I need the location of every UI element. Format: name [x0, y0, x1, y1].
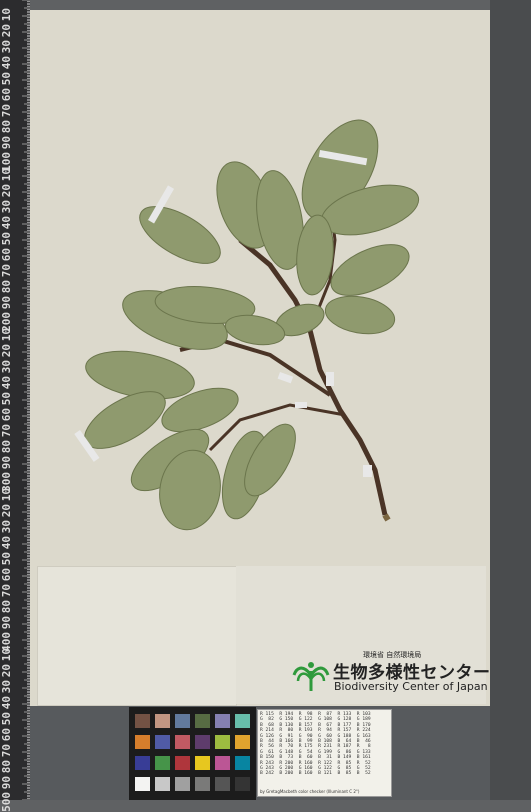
color-patch — [195, 756, 210, 770]
ruler-label: 90 — [0, 616, 13, 630]
ruler-label: 10 — [0, 648, 13, 662]
ruler-label: 60 — [0, 728, 13, 742]
ruler-label: 40 — [0, 376, 13, 390]
ruler-label: 10 — [0, 8, 13, 22]
color-values-caption: by GretagMacbeth color checker (Illumina… — [260, 789, 360, 794]
ruler-label: 10 — [0, 328, 13, 342]
color-patch — [195, 714, 210, 728]
ruler-label: 30 — [0, 520, 13, 534]
stem-tip — [382, 513, 391, 522]
ruler-label: 20 — [0, 504, 13, 518]
ruler-label: 80 — [0, 600, 13, 614]
color-patch — [215, 735, 230, 749]
right-edge-strip — [490, 0, 531, 800]
biodiversity-center-logo — [292, 662, 330, 691]
ruler-label: 90 — [0, 136, 13, 150]
color-values-table: R 115 R 194 R 98 R 87 R 133 R 103 G 82 G… — [260, 712, 371, 777]
color-patch — [135, 777, 150, 791]
leaf — [139, 206, 221, 264]
ruler-label: 50 — [0, 712, 13, 726]
institution-name-en: Biodiversity Center of Japan — [334, 680, 488, 693]
color-patch — [215, 756, 230, 770]
mounting-strip — [277, 372, 294, 384]
ruler-label: 80 — [0, 120, 13, 134]
plant-specimen — [74, 119, 420, 531]
color-patch — [175, 714, 190, 728]
color-patch — [155, 777, 170, 791]
mounting-strip — [363, 465, 372, 477]
color-patch — [155, 714, 170, 728]
color-patch — [195, 735, 210, 749]
color-patch — [155, 735, 170, 749]
specimen-packet — [37, 566, 237, 706]
ruler-label: 60 — [0, 248, 13, 262]
leaf — [324, 295, 396, 335]
color-patch — [135, 756, 150, 770]
ruler-label: 60 — [0, 408, 13, 422]
color-patch — [135, 735, 150, 749]
ruler-label: 30 — [0, 40, 13, 54]
color-patch — [235, 756, 250, 770]
mounting-strip — [295, 402, 307, 408]
ruler-label: 30 — [0, 360, 13, 374]
ruler-label: 50 — [0, 72, 13, 86]
ruler-label: 40 — [0, 696, 13, 710]
ruler-label: 70 — [0, 424, 13, 438]
color-patch — [215, 714, 230, 728]
ruler-label: 90 — [0, 296, 13, 310]
color-patch — [175, 777, 190, 791]
color-patch — [235, 714, 250, 728]
mounting-strip — [326, 372, 334, 386]
measurement-ruler: 10 20 30 40 50 60 70 80 90 100 10 20 30 40 50 60 70 80 90 2… — [0, 0, 30, 812]
color-patch — [235, 735, 250, 749]
color-values-card: R 115 R 194 R 98 R 87 R 133 R 103 G 82 G… — [257, 709, 392, 797]
ruler-label: 70 — [0, 104, 13, 118]
ruler-label: 30 — [0, 200, 13, 214]
ruler-label: 30 — [0, 680, 13, 694]
ruler-label: 80 — [0, 280, 13, 294]
ruler-label: 10 — [0, 168, 13, 182]
color-patch — [155, 756, 170, 770]
leaf — [330, 244, 410, 296]
color-checker-chart — [129, 707, 256, 800]
ruler-label: 50 — [0, 392, 13, 406]
ruler-label: 20 — [0, 24, 13, 38]
color-patch — [135, 714, 150, 728]
color-patch — [215, 777, 230, 791]
ruler-label: 60 — [0, 88, 13, 102]
color-patch — [235, 777, 250, 791]
ruler-label: 90 — [0, 776, 13, 790]
ruler-label: 70 — [0, 744, 13, 758]
ruler-label: 500 — [0, 792, 13, 812]
ruler-label: 80 — [0, 440, 13, 454]
ruler-label: 40 — [0, 536, 13, 550]
ruler-label: 80 — [0, 760, 13, 774]
ruler-label: 20 — [0, 184, 13, 198]
ruler-label: 50 — [0, 232, 13, 246]
ruler-label: 40 — [0, 216, 13, 230]
color-patch — [195, 777, 210, 791]
ruler-label: 20 — [0, 664, 13, 678]
ruler-label: 10 — [0, 488, 13, 502]
ruler-label: 20 — [0, 344, 13, 358]
ruler-label: 70 — [0, 584, 13, 598]
color-patch — [175, 756, 190, 770]
ruler-label: 50 — [0, 552, 13, 566]
color-patch — [175, 735, 190, 749]
ruler-label: 60 — [0, 568, 13, 582]
ruler-label: 40 — [0, 56, 13, 70]
ruler-label: 70 — [0, 264, 13, 278]
ruler-label: 90 — [0, 456, 13, 470]
